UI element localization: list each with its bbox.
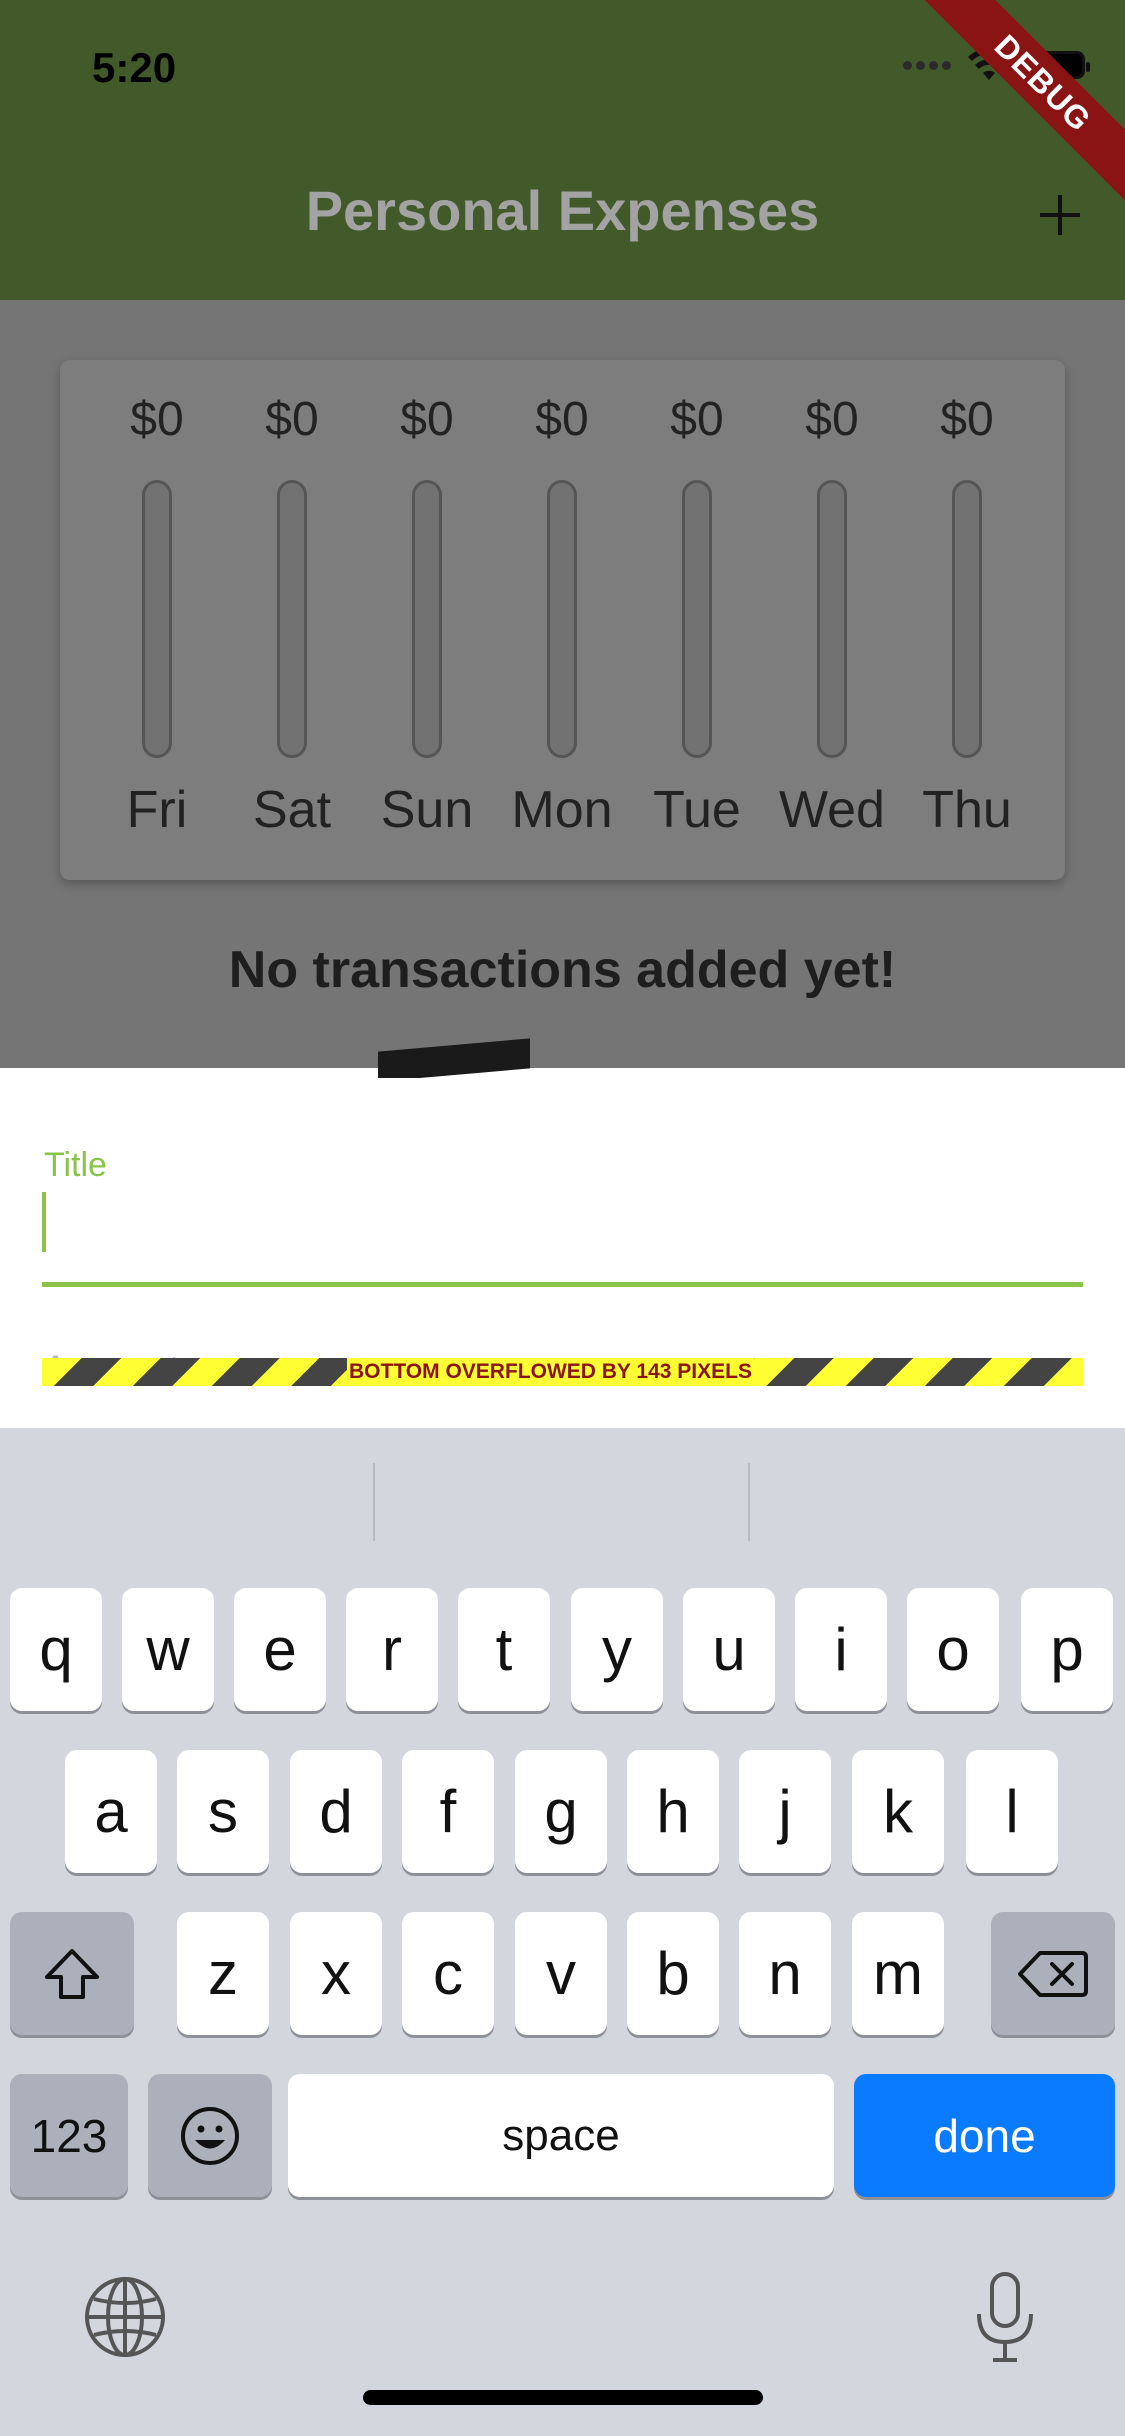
bar-track [142,480,172,758]
bar-day-label: Wed [779,781,885,839]
bar-amount: $0 [670,393,724,446]
key-a[interactable]: a [65,1750,157,1873]
backspace-icon [1018,1950,1088,1997]
bar-amount: $0 [940,393,994,446]
chart-bar-wed: $0 Wed [767,360,897,880]
empty-state-message: No transactions added yet! [228,941,897,999]
bar-amount: $0 [535,393,589,446]
add-transaction-button[interactable] [1025,180,1095,250]
on-screen-keyboard: q w e r t y u i o p a s d f g h j k l z … [0,1428,1125,2436]
bar-track [952,480,982,758]
bar-day-label: Thu [922,781,1012,839]
bar-track [277,480,307,758]
chart-bar-fri: $0 Fri [92,360,222,880]
microphone-icon [977,2272,1033,2362]
space-key[interactable]: space [288,2074,834,2197]
globe-key[interactable] [80,2272,170,2362]
key-e[interactable]: e [234,1588,326,1711]
bar-track [817,480,847,758]
bar-amount: $0 [400,393,454,446]
key-v[interactable]: v [515,1912,607,2035]
dictation-key[interactable] [965,2268,1045,2368]
app-bar: 5:20 Personal Expenses [0,0,1125,300]
bar-track [682,480,712,758]
emoji-icon [181,2106,239,2165]
key-m[interactable]: m [852,1912,944,2035]
numbers-key[interactable]: 123 [10,2074,128,2197]
key-d[interactable]: d [290,1750,382,1873]
chart-bar-thu: $0 Thu [902,360,1032,880]
key-t[interactable]: t [458,1588,550,1711]
page-title: Personal Expenses [305,179,820,242]
cellular-signal-icon [903,60,951,70]
key-b[interactable]: b [627,1912,719,2035]
bar-amount: $0 [805,393,859,446]
key-l[interactable]: l [966,1750,1058,1873]
plus-icon [1040,195,1080,235]
overflow-warning-text: BOTTOM OVERFLOWED BY 143 PIXELS [347,1358,754,1386]
key-r[interactable]: r [346,1588,438,1711]
key-w[interactable]: w [122,1588,214,1711]
done-key[interactable]: done [854,2074,1115,2197]
key-f[interactable]: f [402,1750,494,1873]
key-o[interactable]: o [907,1588,999,1711]
status-time: 5:20 [92,44,177,91]
key-q[interactable]: q [10,1588,102,1711]
key-x[interactable]: x [290,1912,382,2035]
suggestion-divider [373,1463,375,1541]
modal-barrier[interactable]: $0 Fri $0 Sat $0 Sun $0 Mon $0 Tue $0 We… [0,300,1125,1082]
key-c[interactable]: c [402,1912,494,2035]
bar-amount: $0 [130,393,184,446]
new-transaction-sheet: Title Amount BOTTOM OVERFLOWED BY 143 PI… [12,1078,1113,1428]
key-y[interactable]: y [571,1588,663,1711]
key-g[interactable]: g [515,1750,607,1873]
emoji-key[interactable] [148,2074,272,2197]
key-j[interactable]: j [739,1750,831,1873]
bar-track [547,480,577,758]
key-i[interactable]: i [795,1588,887,1711]
bar-day-label: Sat [252,781,332,839]
shift-key[interactable] [10,1912,134,2035]
key-z[interactable]: z [177,1912,269,2035]
bar-day-label: Tue [653,781,741,839]
key-n[interactable]: n [739,1912,831,2035]
title-field[interactable] [42,1282,1083,1287]
bar-day-label: Mon [511,781,613,839]
bar-day-label: Sun [380,781,474,839]
globe-icon [85,2277,165,2357]
suggestion-divider [748,1463,750,1541]
weekly-chart-card: $0 Fri $0 Sat $0 Sun $0 Mon $0 Tue $0 We… [60,360,1065,880]
key-u[interactable]: u [683,1588,775,1711]
bar-day-label: Fri [126,781,188,839]
chart-bar-mon: $0 Mon [497,360,627,880]
key-h[interactable]: h [627,1750,719,1873]
title-field-label: Title [44,1146,107,1184]
bar-track [412,480,442,758]
shift-icon [45,1948,99,1999]
title-field-caret [42,1192,46,1252]
backspace-key[interactable] [991,1912,1115,2035]
chart-bar-tue: $0 Tue [632,360,762,880]
bar-amount: $0 [265,393,319,446]
home-indicator[interactable] [363,2390,763,2405]
overflow-warning-stripe: BOTTOM OVERFLOWED BY 143 PIXELS [42,1358,1083,1386]
key-p[interactable]: p [1021,1588,1113,1711]
key-k[interactable]: k [852,1750,944,1873]
chart-bar-sun: $0 Sun [362,360,492,880]
chart-bar-sat: $0 Sat [227,360,357,880]
key-s[interactable]: s [177,1750,269,1873]
empty-state-image [378,1038,530,1082]
